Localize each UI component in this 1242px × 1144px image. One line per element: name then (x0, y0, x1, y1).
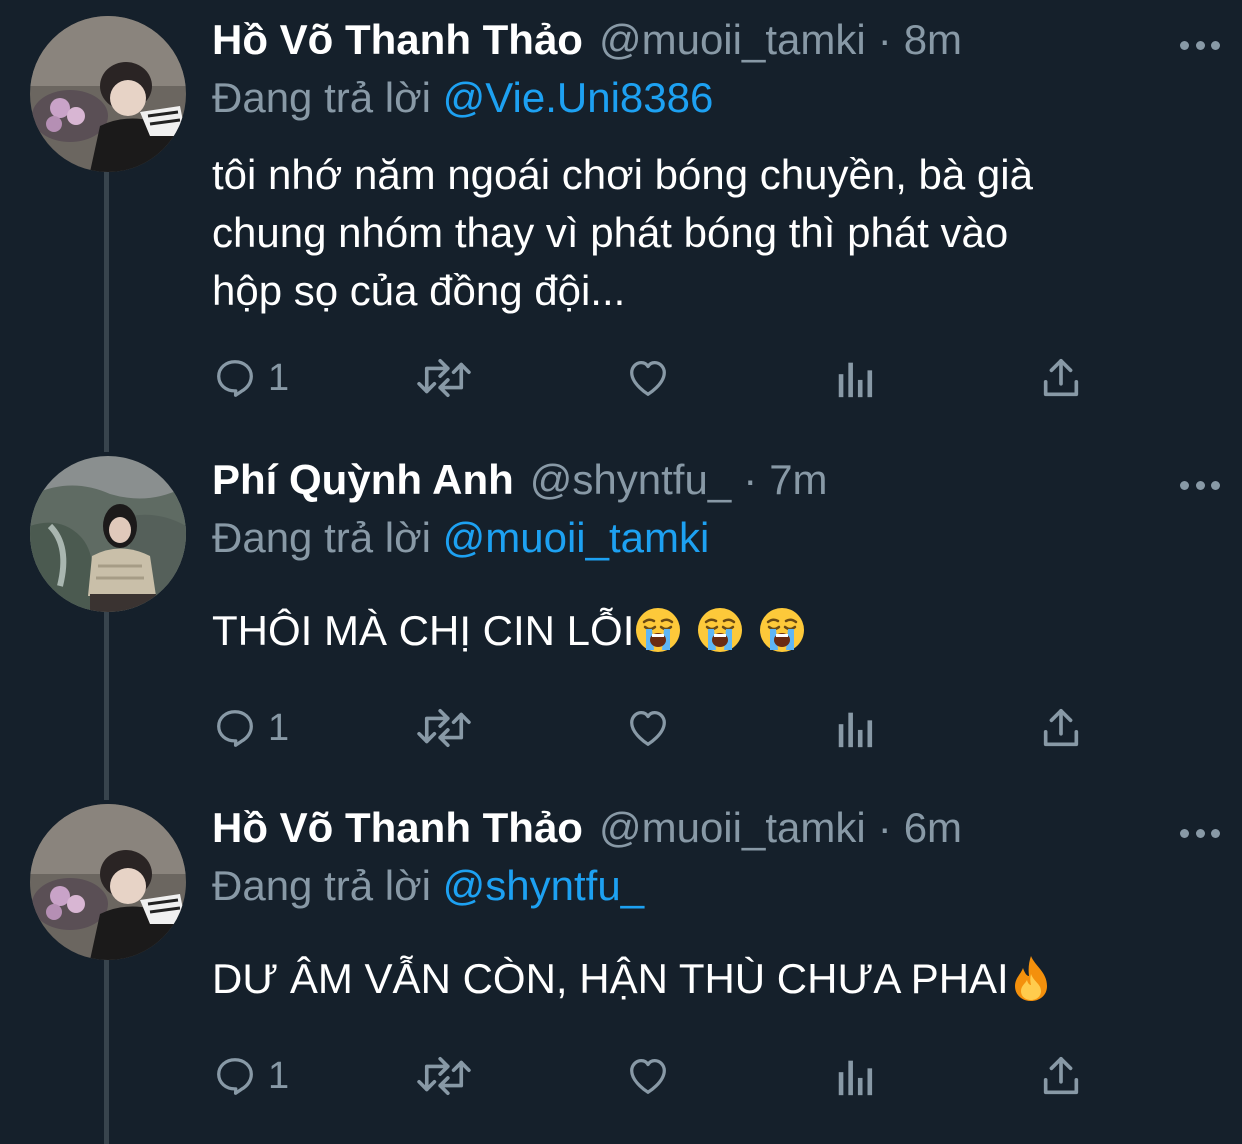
tweet-text-line: chung nhóm thay vì phát bóng thì phát và… (212, 209, 1009, 256)
replying-to-label: Đang trả lời (212, 514, 431, 561)
speech-bubble-icon (217, 710, 253, 747)
tweet-header: Phí Quỳnh Anh @shyntfu_ · 7m (212, 456, 828, 514)
retweet-icon (417, 708, 471, 748)
replying-to-label: Đang trả lời (212, 862, 431, 909)
more-options-icon[interactable] (1176, 30, 1224, 60)
tweet[interactable]: Hồ Võ Thanh Thảo @muoii_tamki · 8m Đang … (0, 16, 1242, 426)
more-options-icon[interactable] (1176, 470, 1224, 500)
tweet-text-line: hộp sọ của đồng đội... (212, 267, 626, 314)
display-name[interactable]: Hồ Võ Thanh Thảo (212, 804, 583, 852)
reply-button[interactable]: 1 (212, 698, 289, 758)
tweet[interactable]: Hồ Võ Thanh Thảo @muoii_tamki · 6m Đang … (0, 804, 1242, 1124)
reply-count: 1 (268, 356, 290, 399)
avatar-photo (30, 456, 186, 612)
tweet-text: THÔI MÀ CHỊ CIN LỖI (212, 602, 1202, 660)
retweet-button[interactable] (414, 1046, 474, 1106)
replying-to: Đang trả lời @Vie.Uni8386 (212, 74, 713, 122)
replying-to-label: Đang trả lời (212, 74, 431, 121)
separator: · (877, 16, 892, 63)
heart-icon (630, 711, 666, 746)
speech-bubble-icon (217, 1058, 253, 1095)
tweet-text-content: THÔI MÀ CHỊ CIN LỖI (212, 607, 635, 654)
replying-to-mention[interactable]: @shyntfu_ (443, 862, 644, 909)
like-button[interactable] (624, 698, 672, 758)
loudly-crying-face-icon (760, 607, 805, 652)
analytics-button[interactable] (834, 348, 878, 408)
tweet-actions: 1 (212, 348, 1112, 408)
separator: · (743, 456, 758, 503)
timestamp[interactable]: 7m (769, 456, 827, 504)
bar-chart-icon (838, 1060, 873, 1096)
display-name[interactable]: Hồ Võ Thanh Thảo (212, 16, 583, 64)
tweet-actions: 1 (212, 698, 1112, 758)
tweet-text: tôi nhớ năm ngoái chơi bóng chuyền, bà g… (212, 146, 1202, 320)
analytics-button[interactable] (834, 1046, 878, 1106)
bar-chart-icon (838, 362, 873, 398)
replying-to: Đang trả lời @shyntfu_ (212, 862, 644, 910)
reply-count: 1 (268, 1054, 290, 1097)
heart-icon (630, 361, 666, 396)
avatar[interactable] (30, 804, 186, 960)
like-button[interactable] (624, 348, 672, 408)
user-handle[interactable]: @muoii_tamki (599, 16, 866, 64)
tweet-actions: 1 (212, 1046, 1112, 1106)
avatar[interactable] (30, 16, 186, 172)
loudly-crying-face-icon (636, 607, 681, 652)
user-handle[interactable]: @muoii_tamki (599, 804, 866, 852)
loudly-crying-face-icon (698, 607, 743, 652)
tweet[interactable]: Phí Quỳnh Anh @shyntfu_ · 7m Đang trả lờ… (0, 456, 1242, 776)
fire-icon (1014, 955, 1047, 1001)
tweet-text: DƯ ÂM VẪN CÒN, HẬN THÙ CHƯA PHAI (212, 950, 1202, 1008)
share-upload-icon (1043, 358, 1079, 397)
replying-to-mention[interactable]: @Vie.Uni8386 (443, 74, 714, 121)
tweet-header: Hồ Võ Thanh Thảo @muoii_tamki · 6m (212, 804, 962, 862)
avatar-photo (30, 804, 186, 960)
tweet-text-line: tôi nhớ năm ngoái chơi bóng chuyền, bà g… (212, 151, 1033, 198)
retweet-icon (417, 1056, 471, 1096)
separator: · (877, 804, 892, 851)
reply-count: 1 (268, 706, 290, 749)
reply-button[interactable]: 1 (212, 348, 289, 408)
avatar[interactable] (30, 456, 186, 612)
replying-to: Đang trả lời @muoii_tamki (212, 514, 709, 562)
user-handle[interactable]: @shyntfu_ (530, 456, 731, 504)
reply-button[interactable]: 1 (212, 1046, 289, 1106)
display-name[interactable]: Phí Quỳnh Anh (212, 456, 514, 504)
avatar-photo (30, 16, 186, 172)
share-upload-icon (1043, 1056, 1079, 1095)
share-button[interactable] (1038, 698, 1084, 758)
timestamp[interactable]: 8m (904, 16, 962, 64)
heart-icon (630, 1059, 666, 1094)
share-button[interactable] (1038, 348, 1084, 408)
like-button[interactable] (624, 1046, 672, 1106)
more-options-icon[interactable] (1176, 818, 1224, 848)
analytics-button[interactable] (834, 698, 878, 758)
retweet-button[interactable] (414, 348, 474, 408)
share-upload-icon (1043, 708, 1079, 747)
timestamp[interactable]: 6m (904, 804, 962, 852)
tweet-text-content: DƯ ÂM VẪN CÒN, HẬN THÙ CHƯA PHAI (212, 955, 1009, 1002)
share-button[interactable] (1038, 1046, 1084, 1106)
tweet-header: Hồ Võ Thanh Thảo @muoii_tamki · 8m (212, 16, 962, 74)
speech-bubble-icon (217, 360, 253, 397)
retweet-icon (417, 358, 471, 398)
bar-chart-icon (838, 712, 873, 748)
reply-thread: Hồ Võ Thanh Thảo @muoii_tamki · 8m Đang … (0, 0, 1242, 1144)
retweet-button[interactable] (414, 698, 474, 758)
replying-to-mention[interactable]: @muoii_tamki (443, 514, 710, 561)
